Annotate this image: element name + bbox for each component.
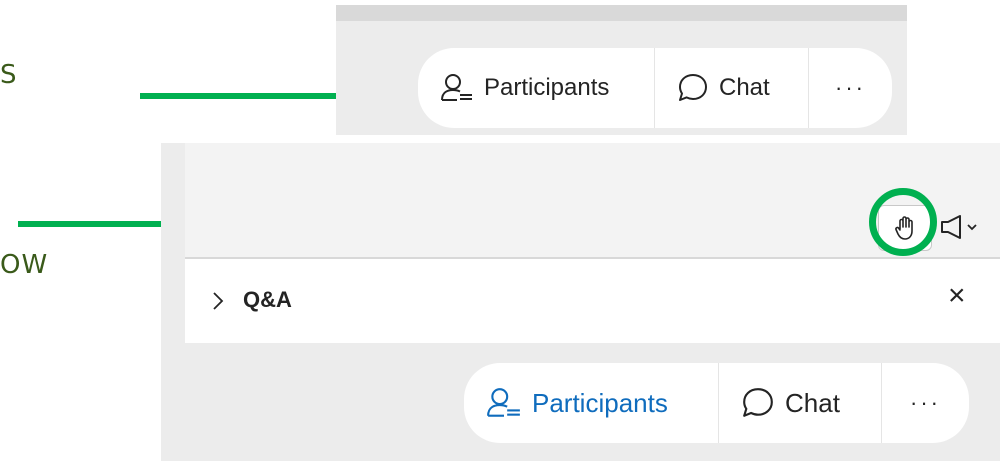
more-icon: ··· [835, 75, 866, 100]
bottom-more-button[interactable]: ··· [881, 363, 969, 443]
top-chat-label: Chat [719, 74, 770, 101]
raise-hand-button[interactable] [878, 205, 932, 251]
bottom-toolbar: Participants Chat ··· [464, 363, 969, 443]
chevron-down-icon [967, 224, 977, 231]
bottom-chat-label: Chat [785, 387, 840, 418]
chevron-right-icon[interactable] [211, 291, 225, 311]
more-icon: ··· [910, 390, 941, 415]
chat-icon [679, 74, 707, 101]
qa-section-header[interactable]: Q&A × [185, 257, 1000, 343]
top-participants-label: Participants [484, 74, 610, 101]
raise-hand-icon [895, 216, 913, 240]
participants-icon [441, 74, 472, 101]
arrow-top-shaft [140, 93, 350, 99]
qa-title: Q&A [243, 287, 292, 312]
participants-icon [487, 388, 520, 417]
top-chat-button[interactable]: Chat [654, 48, 808, 128]
bottom-participants-label: Participants [532, 387, 668, 418]
top-toolbar-crop: Participants Chat ··· [336, 5, 907, 135]
bottom-chat-button[interactable]: Chat [718, 363, 881, 443]
chat-icon [743, 388, 773, 417]
bottom-participants-button[interactable]: Participants [464, 363, 718, 443]
side-label-bottom: OW [0, 250, 49, 280]
announcement-icon [941, 215, 977, 239]
top-toolbar: Participants Chat ··· [418, 48, 892, 128]
announcement-button[interactable] [936, 205, 984, 249]
top-participants-button[interactable]: Participants [418, 48, 654, 128]
meeting-panel-crop: Q&A × Participants Chat ··· [161, 143, 1000, 461]
top-more-button[interactable]: ··· [808, 48, 892, 128]
close-icon[interactable]: × [948, 279, 966, 313]
side-label-top: S [0, 60, 18, 90]
